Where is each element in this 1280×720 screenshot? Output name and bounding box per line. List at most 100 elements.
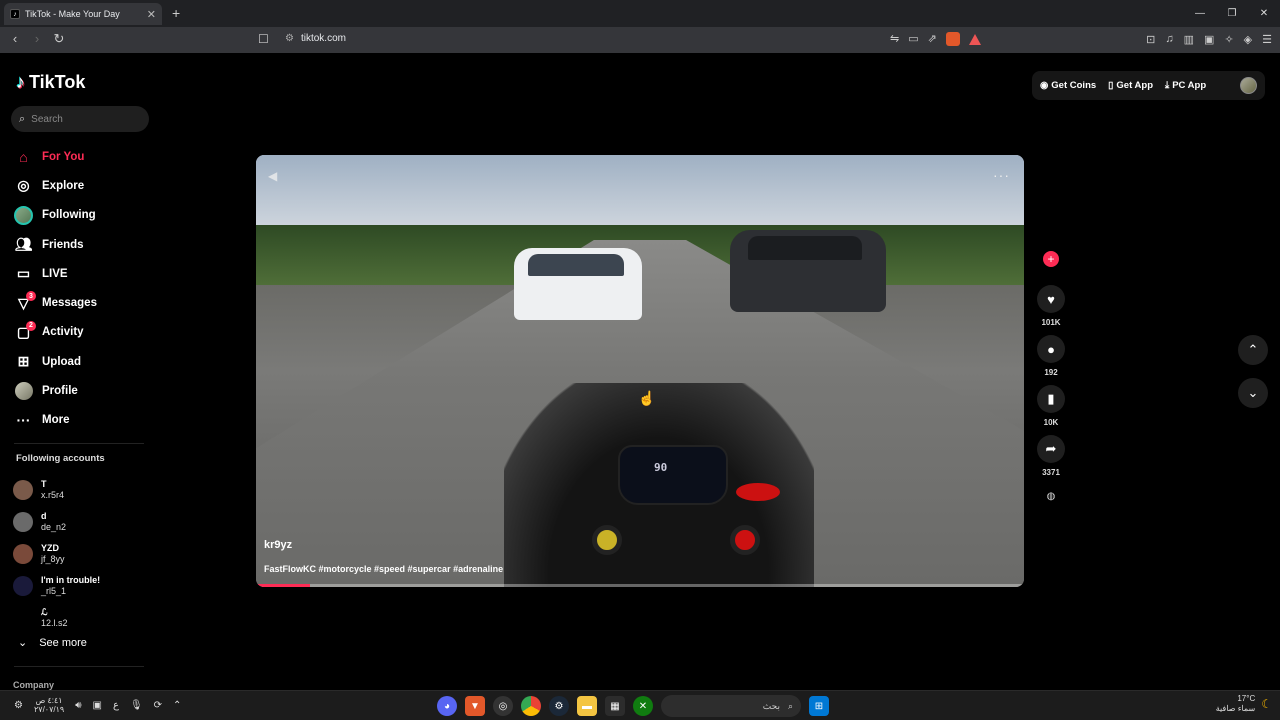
divider xyxy=(14,666,144,667)
wallet-icon[interactable]: ▣ xyxy=(1204,33,1214,46)
video-sky xyxy=(256,155,1024,235)
video-progress-bar[interactable] xyxy=(256,584,1024,587)
time-text: ٤:٤١ ص xyxy=(35,696,63,705)
previous-video-button[interactable]: ⌃ xyxy=(1238,335,1268,365)
comment-icon[interactable]: ● xyxy=(1037,335,1065,363)
chrome-icon[interactable] xyxy=(521,696,541,716)
next-video-button[interactable]: ⌄ xyxy=(1238,378,1268,408)
sidebar-item-for-you[interactable]: ⌂ For You xyxy=(14,142,97,171)
search-input[interactable] xyxy=(31,113,132,125)
temperature: 17°C xyxy=(1237,694,1256,703)
following-account[interactable]: ℒ 12.l.s2 xyxy=(13,602,100,634)
following-account[interactable]: d de_n2 xyxy=(13,506,100,538)
follow-button[interactable]: + xyxy=(1043,251,1059,267)
creator-avatar[interactable] xyxy=(1037,240,1065,250)
close-window-button[interactable]: ✕ xyxy=(1248,0,1280,27)
sidebar-item-profile[interactable]: Profile xyxy=(14,376,97,405)
see-more-button[interactable]: ⌄ See more xyxy=(18,636,87,650)
sidebar-item-following[interactable]: Following xyxy=(14,201,97,230)
windows-start-icon[interactable]: ⊞ xyxy=(809,696,829,716)
video-author[interactable]: kr9yz xyxy=(264,539,292,551)
sidebar-item-explore[interactable]: ◎ Explore xyxy=(14,171,97,200)
pc-app-button[interactable]: ⤓ PC App xyxy=(1165,80,1206,91)
taskbar-search[interactable]: بحث ⌕ xyxy=(661,695,801,717)
screenshot-icon[interactable]: ⊡ xyxy=(1146,33,1155,46)
following-account[interactable]: Tx.r5r4 xyxy=(13,474,100,506)
tray-overflow-icon[interactable]: ⌃ xyxy=(173,700,181,711)
address-field[interactable]: ⚙ tiktok.com xyxy=(285,33,346,44)
sidebar-item-activity[interactable]: ▢ 2 Activity xyxy=(14,318,97,347)
reload-icon[interactable]: ↻ xyxy=(52,31,66,47)
get-coins-button[interactable]: ◉ Get Coins xyxy=(1040,80,1096,91)
avatar xyxy=(13,576,33,596)
music-disc-icon[interactable]: ◍ xyxy=(1044,489,1058,503)
vpn-icon[interactable]: ◈ xyxy=(1244,33,1252,46)
save-action[interactable]: ▮ 10K xyxy=(1037,385,1065,427)
save-count: 10K xyxy=(1043,418,1059,427)
media-icon[interactable]: ♫ xyxy=(1165,33,1173,46)
bookmark-icon[interactable]: ☐ xyxy=(258,32,269,46)
motorcycle-dashboard: 90 xyxy=(618,445,728,505)
microphone-icon[interactable]: 🎙︎ xyxy=(130,700,143,711)
search-box[interactable]: ⌕ xyxy=(11,106,149,132)
maximize-button[interactable]: ❐ xyxy=(1216,0,1248,27)
more-options-icon[interactable]: ··· xyxy=(993,167,1010,183)
discord-icon[interactable]: ◕ xyxy=(437,696,457,716)
clock[interactable]: ٤:٤١ ص ٢٧/٠٧/١٩ xyxy=(34,696,64,714)
following-account[interactable]: I'm in trouble! _rl5_1 xyxy=(13,570,100,602)
heart-icon[interactable]: ♥ xyxy=(1037,285,1065,313)
new-tab-icon[interactable]: + xyxy=(172,5,180,21)
translate-icon[interactable]: ⇋ xyxy=(890,32,899,46)
share-action[interactable]: ➦ 3371 xyxy=(1037,435,1065,477)
language-indicator[interactable]: ع xyxy=(113,700,119,711)
sidebar-icon[interactable]: ▥ xyxy=(1184,33,1194,46)
speaker-icon[interactable]: 🔊︎ xyxy=(75,700,81,711)
sidebar-item-messages[interactable]: ▽ 3 Messages xyxy=(14,288,97,317)
app-icon[interactable]: ◎ xyxy=(493,696,513,716)
top-actions: ◉ Get Coins ▯ Get App ⤓ PC App xyxy=(1032,71,1265,100)
sidebar-item-upload[interactable]: ⊞ Upload xyxy=(14,347,97,376)
sidebar-item-more[interactable]: ··· More xyxy=(14,406,97,435)
brave-rewards-icon[interactable] xyxy=(968,34,981,45)
network-icon[interactable]: ▣ xyxy=(93,700,102,711)
cast-icon[interactable]: ▭ xyxy=(908,32,918,46)
leo-icon[interactable]: ✧ xyxy=(1224,33,1233,46)
dark-suv xyxy=(730,230,886,312)
comment-action[interactable]: ● 192 xyxy=(1037,335,1065,377)
sync-icon[interactable]: ⟳ xyxy=(154,700,162,711)
sidebar-item-label: For You xyxy=(42,150,85,163)
brave-shields-icon[interactable] xyxy=(945,32,960,46)
video-player[interactable]: 90 ◀ ··· kr9yz FastFlowKC #motorcycle #s… xyxy=(256,155,1024,587)
minimize-button[interactable]: — xyxy=(1184,0,1216,27)
back-icon[interactable]: ‹ xyxy=(8,31,22,47)
bookmark-icon[interactable]: ▮ xyxy=(1037,385,1065,413)
sidebar-item-friends[interactable]: 👥︎ Friends xyxy=(14,230,97,259)
following-avatar xyxy=(14,205,33,225)
like-action[interactable]: ♥ 101K xyxy=(1037,285,1065,327)
store-icon[interactable]: ▦ xyxy=(605,696,625,716)
avatar xyxy=(13,608,33,628)
tiktok-logo[interactable]: ♪ TikTok xyxy=(16,72,85,93)
following-account[interactable]: YZD jf_8yy xyxy=(13,538,100,570)
menu-icon[interactable]: ☰ xyxy=(1262,33,1272,46)
close-tab-icon[interactable]: ✕ xyxy=(147,8,156,21)
get-app-button[interactable]: ▯ Get App xyxy=(1108,80,1153,91)
settings-icon[interactable]: ⚙ xyxy=(14,700,23,711)
browser-tab[interactable]: ♪ TikTok - Make Your Day ✕ xyxy=(4,3,162,25)
window-controls: — ❐ ✕ xyxy=(1184,0,1280,27)
file-explorer-icon[interactable]: ▬ xyxy=(577,696,597,716)
sidebar-item-live[interactable]: ▭ LIVE xyxy=(14,259,97,288)
user-avatar[interactable] xyxy=(1240,77,1257,94)
site-info-icon[interactable]: ⚙ xyxy=(285,33,294,44)
steam-icon[interactable]: ⚙ xyxy=(549,696,569,716)
xbox-icon[interactable]: ✕ xyxy=(633,696,653,716)
volume-icon[interactable]: ◀ xyxy=(268,169,277,183)
sidebar-item-label: Explore xyxy=(42,179,85,192)
forward-icon[interactable]: › xyxy=(30,31,44,47)
sidebar-item-label: Messages xyxy=(42,297,97,310)
company-link[interactable]: Company xyxy=(13,680,54,690)
share-icon[interactable]: ⇗ xyxy=(928,32,937,46)
share-arrow-icon[interactable]: ➦ xyxy=(1037,435,1065,463)
weather-widget[interactable]: 17°C سماء صافية ☾ xyxy=(1216,694,1272,714)
brave-icon[interactable]: ▼ xyxy=(465,696,485,716)
